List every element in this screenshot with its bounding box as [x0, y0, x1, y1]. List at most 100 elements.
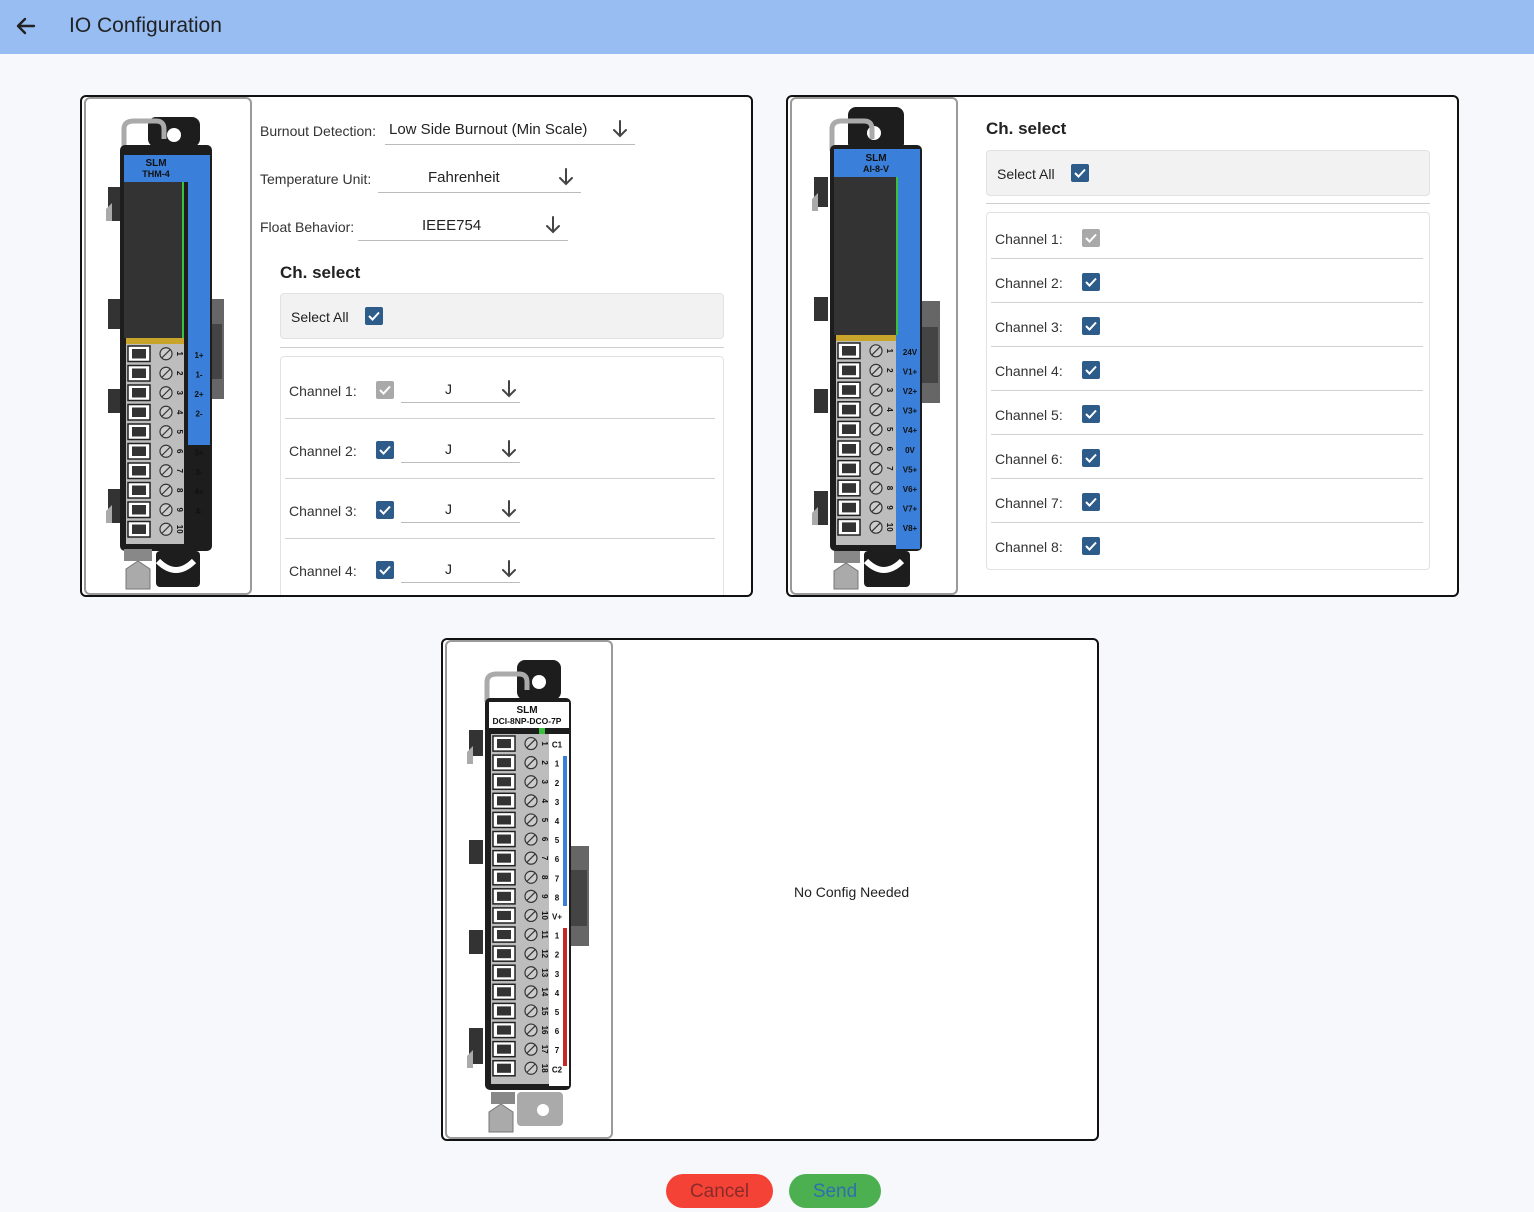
channel-2-type-dropdown[interactable]: J — [401, 437, 520, 463]
module-model-label: AI-8-V — [863, 164, 889, 174]
terminal-label: V7+ — [903, 505, 918, 514]
terminal-number: 1 — [175, 352, 184, 357]
burnout-detection-dropdown[interactable]: Low Side Burnout (Min Scale) — [385, 117, 635, 145]
channel-3-type-dropdown[interactable]: J — [401, 497, 520, 523]
check-icon — [1085, 233, 1097, 243]
row-divider — [991, 258, 1423, 259]
module-device-image: SLM AI-8-V 1 24V 2 V1+ 3 V2+ 4 V3+ 5 V4+ 6 0V 7 V5+ 8 V… — [812, 107, 940, 590]
terminal-label: 3+ — [194, 448, 203, 457]
terminal-label: 6 — [555, 855, 560, 864]
terminal-slot-inner — [132, 407, 146, 417]
terminal-slot-inner — [497, 834, 511, 844]
channel-3-checkbox[interactable] — [1082, 317, 1100, 335]
terminal-number: 4 — [540, 799, 549, 804]
arrow-down-icon — [559, 168, 573, 186]
module-card-thm: SLM THM-4 1 1+ 2 1- 3 2+ 4 2- 5 6 3+ 7 3- 8 4+ 9 4- 10 Bu… — [80, 95, 753, 597]
temperature-unit-dropdown[interactable]: Fahrenheit — [378, 165, 581, 193]
channel-2-type-value: J — [445, 441, 452, 457]
channel-2-checkbox[interactable] — [1082, 273, 1100, 291]
channel-4-type-dropdown[interactable]: J — [401, 557, 520, 583]
terminal-label: 6 — [555, 1027, 560, 1036]
terminal-number: 2 — [175, 371, 184, 376]
terminal-slot-inner — [132, 368, 146, 378]
channel-select-title: Ch. select — [280, 263, 361, 282]
channel-3-type-value: J — [445, 501, 452, 517]
terminal-number: 7 — [175, 469, 184, 474]
channel-1-type-value: J — [445, 381, 452, 397]
module-brand-label: SLM — [516, 705, 537, 716]
terminal-slot-inner — [497, 1006, 511, 1016]
terminal-slot-inner — [497, 987, 511, 997]
channel-5-checkbox[interactable] — [1082, 405, 1100, 423]
check-icon — [379, 505, 391, 515]
terminal-slot-inner — [842, 404, 856, 415]
module-image-frame: SLM AI-8-V 1 24V 2 V1+ 3 V2+ 4 V3+ 5 V4+ 6 0V 7 V5+ 8 V… — [790, 97, 958, 595]
channel-select-title: Ch. select — [986, 119, 1067, 138]
channel-4-checkbox[interactable] — [376, 561, 394, 579]
float-behavior-dropdown[interactable]: IEEE754 — [358, 213, 568, 241]
terminal-slot-inner — [842, 424, 856, 434]
terminal-number: 8 — [885, 486, 894, 491]
arrow-down-icon — [613, 120, 627, 138]
module-image-frame: SLM THM-4 1 1+ 2 1- 3 2+ 4 2- 5 6 3+ 7 3- 8 4+ 9 4- 10 — [84, 97, 252, 595]
channel-1-type-dropdown[interactable]: J — [401, 377, 520, 403]
channel-2-checkbox[interactable] — [376, 441, 394, 459]
terminal-number: 15 — [540, 1006, 549, 1015]
burnout-detection-value: Low Side Burnout (Min Scale) — [389, 121, 588, 138]
channel-3-checkbox[interactable] — [376, 501, 394, 519]
terminal-number: 9 — [885, 505, 894, 510]
select-all-checkbox[interactable] — [1071, 164, 1089, 182]
temperature-unit-label: Temperature Unit: — [260, 171, 372, 187]
terminal-slot-inner — [842, 463, 856, 474]
terminal-slot-inner — [842, 522, 856, 532]
terminal-label: 1- — [195, 370, 202, 379]
terminal-label: 4+ — [194, 487, 203, 496]
terminal-number: 6 — [540, 837, 549, 842]
terminal-slot-inner — [497, 1025, 511, 1035]
send-button[interactable]: Send — [789, 1174, 881, 1208]
back-button[interactable] — [12, 12, 40, 40]
channel-4-checkbox[interactable] — [1082, 361, 1100, 379]
terminal-slot-inner — [497, 872, 511, 882]
terminal-label: 3 — [555, 970, 560, 979]
terminal-slot-inner — [132, 466, 146, 476]
channel-6-checkbox[interactable] — [1082, 449, 1100, 467]
terminal-number: 9 — [540, 894, 549, 899]
terminal-label: V8+ — [903, 524, 918, 533]
channel-8-checkbox[interactable] — [1082, 537, 1100, 555]
terminal-number: 4 — [885, 407, 894, 412]
divider — [986, 203, 1430, 204]
terminal-number: 10 — [885, 523, 894, 532]
cancel-button[interactable]: Cancel — [666, 1174, 773, 1208]
temperature-unit-value: Fahrenheit — [428, 169, 500, 186]
terminal-slot-inner — [497, 777, 511, 787]
select-all-checkbox[interactable] — [365, 307, 383, 325]
check-icon — [379, 445, 391, 455]
channel-6-label: Channel 6: — [995, 451, 1063, 467]
row-divider — [991, 478, 1423, 479]
terminal-number: 14 — [540, 987, 549, 996]
terminal-number: 1 — [540, 741, 549, 746]
channel-1-label: Channel 1: — [995, 231, 1063, 247]
terminal-label: 0V — [905, 446, 915, 455]
module-brand-label: SLM — [145, 158, 166, 169]
terminal-slot-inner — [497, 949, 511, 959]
float-behavior-value: IEEE754 — [422, 217, 482, 234]
terminal-number: 5 — [540, 818, 549, 823]
terminal-label: C2 — [552, 1065, 563, 1074]
channel-1-checkbox — [376, 381, 394, 399]
check-icon — [1085, 277, 1097, 287]
terminal-slot-inner — [132, 427, 146, 437]
row-divider — [991, 390, 1423, 391]
terminal-number: 7 — [540, 856, 549, 861]
channel-7-checkbox[interactable] — [1082, 493, 1100, 511]
arrow-down-icon — [502, 380, 516, 398]
row-divider — [991, 522, 1423, 523]
terminal-slot-inner — [497, 1063, 511, 1073]
terminal-number: 17 — [540, 1045, 549, 1054]
check-icon — [1085, 321, 1097, 331]
terminal-slot-inner — [842, 346, 856, 356]
terminal-number: 3 — [540, 780, 549, 785]
terminal-label: 4 — [555, 989, 560, 998]
terminal-label: V1+ — [903, 367, 918, 376]
